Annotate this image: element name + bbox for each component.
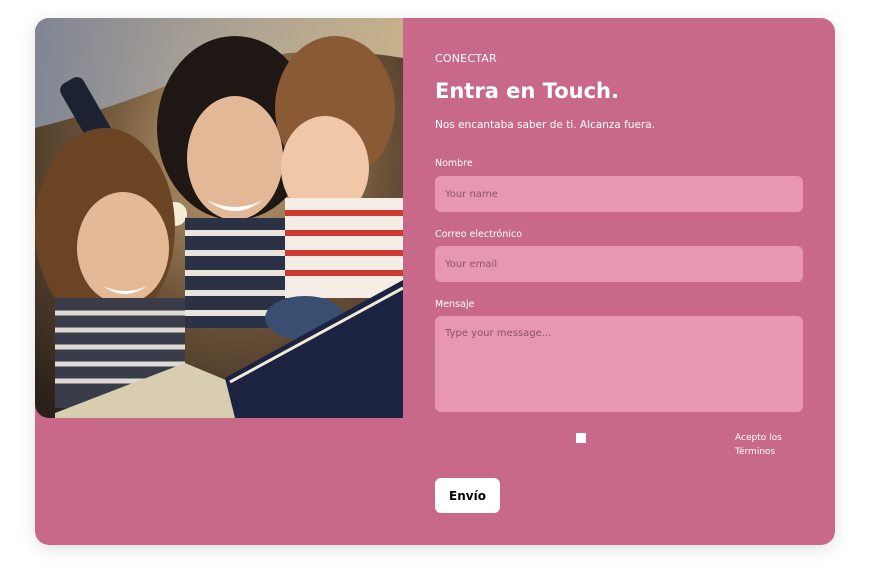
terms-checkbox[interactable] — [576, 433, 586, 443]
name-label: Nombre — [435, 158, 473, 169]
message-label: Mensaje — [435, 299, 475, 310]
email-input[interactable] — [435, 246, 803, 282]
eyebrow-label: CONECTAR — [435, 52, 497, 65]
contact-card: CONECTAR Entra en Touch. Nos encantaba s… — [35, 18, 835, 545]
form-title: Entra en Touch. — [435, 79, 619, 103]
email-label: Correo electrónico — [435, 229, 523, 240]
name-input[interactable] — [435, 176, 803, 212]
submit-button[interactable]: Envío — [435, 478, 500, 513]
form-subtitle: Nos encantaba saber de ti. Alcanza fuera… — [435, 119, 656, 131]
hero-photo — [35, 18, 403, 418]
message-textarea[interactable] — [435, 316, 803, 412]
terms-label: Acepto los Términos — [735, 433, 782, 457]
